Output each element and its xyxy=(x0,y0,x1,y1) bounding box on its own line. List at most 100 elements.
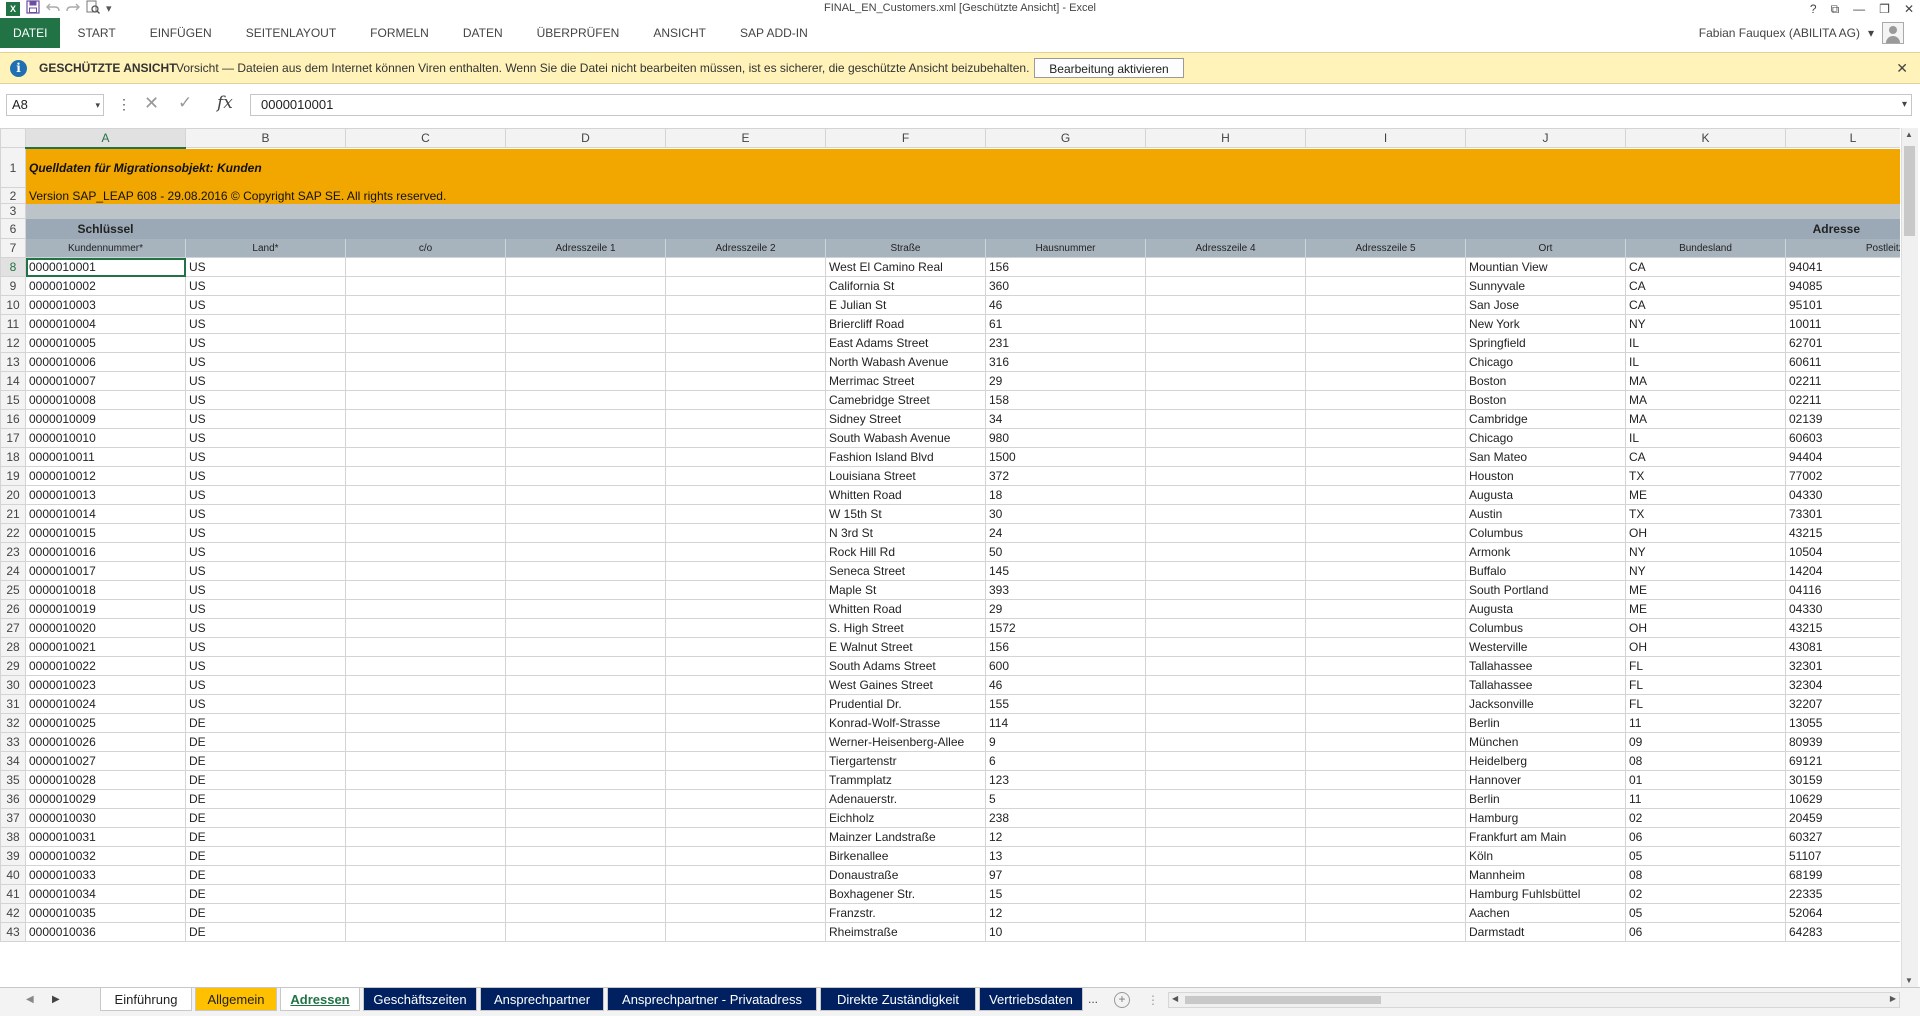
cell-adresszeile-4[interactable] xyxy=(1145,466,1306,486)
cell-kundennummer[interactable]: 0000010030 xyxy=(25,808,186,828)
row-header[interactable]: 12 xyxy=(0,333,26,353)
cell-kundennummer[interactable]: 0000010026 xyxy=(25,732,186,752)
cell-adresszeile-4[interactable] xyxy=(1145,770,1306,790)
tab-vertriebsdaten[interactable]: Vertriebsdaten xyxy=(979,988,1083,1011)
cell-postleitzahl[interactable]: 52064 xyxy=(1785,903,1900,923)
cell-adresszeile-5[interactable] xyxy=(1305,599,1466,619)
cell-land[interactable]: DE xyxy=(185,751,346,771)
cell-kundennummer[interactable]: 0000010018 xyxy=(25,580,186,600)
cell-kundennummer[interactable]: 0000010024 xyxy=(25,694,186,714)
cell-adresszeile-1[interactable] xyxy=(505,789,666,809)
cell-adresszeile-4[interactable] xyxy=(1145,409,1306,429)
cell-bundesland[interactable]: 08 xyxy=(1625,751,1786,771)
cell-co[interactable] xyxy=(345,333,506,353)
cell-bundesland[interactable]: 02 xyxy=(1625,808,1786,828)
next-sheet-icon[interactable]: ▶ xyxy=(52,994,60,1005)
cell-hausnummer[interactable]: 600 xyxy=(985,656,1146,676)
column-header[interactable]: C xyxy=(345,128,506,148)
cell-adresszeile-2[interactable] xyxy=(665,580,826,600)
cell-hausnummer[interactable]: 393 xyxy=(985,580,1146,600)
cell-bundesland[interactable]: CA xyxy=(1625,276,1786,296)
cell-adresszeile-1[interactable] xyxy=(505,618,666,638)
cell-ort[interactable]: Boston xyxy=(1465,371,1626,391)
cell-adresszeile-1[interactable] xyxy=(505,485,666,505)
cell-adresszeile-4[interactable] xyxy=(1145,295,1306,315)
cell-land[interactable]: US xyxy=(185,694,346,714)
cell-adresszeile-4[interactable] xyxy=(1145,580,1306,600)
field-header[interactable]: Hausnummer xyxy=(985,238,1146,258)
cell-postleitzahl[interactable]: 22335 xyxy=(1785,884,1900,904)
cell-postleitzahl[interactable]: 04330 xyxy=(1785,599,1900,619)
cell-strasse[interactable]: West El Camino Real xyxy=(825,257,986,277)
cell-hausnummer[interactable]: 6 xyxy=(985,751,1146,771)
cell-strasse[interactable]: W 15th St xyxy=(825,504,986,524)
tab-ansprechpartner-privatadress[interactable]: Ansprechpartner - Privatadress xyxy=(607,988,817,1011)
cell-strasse[interactable]: Adenauerstr. xyxy=(825,789,986,809)
cell-adresszeile-1[interactable] xyxy=(505,865,666,885)
field-header[interactable]: Adresszeile 2 xyxy=(665,238,826,258)
cell-bundesland[interactable]: 08 xyxy=(1625,865,1786,885)
cell-postleitzahl[interactable]: 32301 xyxy=(1785,656,1900,676)
cell-adresszeile-5[interactable] xyxy=(1305,808,1466,828)
cell-strasse[interactable]: Merrimac Street xyxy=(825,371,986,391)
row-header[interactable]: 28 xyxy=(0,637,26,657)
cell-adresszeile-1[interactable] xyxy=(505,428,666,448)
cell-co[interactable] xyxy=(345,884,506,904)
column-header[interactable]: I xyxy=(1305,128,1466,148)
cell-land[interactable]: US xyxy=(185,485,346,505)
cell-adresszeile-2[interactable] xyxy=(665,314,826,334)
cell-adresszeile-5[interactable] xyxy=(1305,675,1466,695)
cell-ort[interactable]: Berlin xyxy=(1465,789,1626,809)
cell-strasse[interactable]: Mainzer Landstraße xyxy=(825,827,986,847)
cell-adresszeile-5[interactable] xyxy=(1305,561,1466,581)
cell-adresszeile-4[interactable] xyxy=(1145,656,1306,676)
splitter-handle-icon[interactable]: ⋮ xyxy=(1147,993,1159,1007)
cell-postleitzahl[interactable]: 14204 xyxy=(1785,561,1900,581)
vertical-scrollbar[interactable]: ▲ ▼ xyxy=(1901,128,1918,987)
cell-hausnummer[interactable]: 9 xyxy=(985,732,1146,752)
cell-bundesland[interactable]: 09 xyxy=(1625,732,1786,752)
tab-seitenlayout[interactable]: SEITENLAYOUT xyxy=(229,18,353,48)
cell-kundennummer[interactable]: 0000010016 xyxy=(25,542,186,562)
cell-kundennummer[interactable]: 0000010007 xyxy=(25,371,186,391)
cell-ort[interactable]: Darmstadt xyxy=(1465,922,1626,942)
cell-bundesland[interactable]: ME xyxy=(1625,599,1786,619)
cell-adresszeile-5[interactable] xyxy=(1305,580,1466,600)
cell-co[interactable] xyxy=(345,865,506,885)
chevron-down-icon[interactable]: ▾ xyxy=(95,95,100,115)
cell-strasse[interactable]: Konrad-Wolf-Strasse xyxy=(825,713,986,733)
cell-kundennummer[interactable]: 0000010027 xyxy=(25,751,186,771)
cell-ort[interactable]: Jacksonville xyxy=(1465,694,1626,714)
cell-kundennummer[interactable]: 0000010011 xyxy=(25,447,186,467)
row-header[interactable]: 23 xyxy=(0,542,26,562)
cell-bundesland[interactable]: OH xyxy=(1625,618,1786,638)
cell-hausnummer[interactable]: 156 xyxy=(985,257,1146,277)
cell-land[interactable]: DE xyxy=(185,713,346,733)
cell-kundennummer[interactable]: 0000010012 xyxy=(25,466,186,486)
cell-co[interactable] xyxy=(345,276,506,296)
cell-adresszeile-1[interactable] xyxy=(505,390,666,410)
cell-adresszeile-2[interactable] xyxy=(665,390,826,410)
cell-adresszeile-2[interactable] xyxy=(665,257,826,277)
cell-strasse[interactable]: Sidney Street xyxy=(825,409,986,429)
cell-hausnummer[interactable]: 360 xyxy=(985,276,1146,296)
cell-hausnummer[interactable]: 97 xyxy=(985,865,1146,885)
cell-land[interactable]: DE xyxy=(185,922,346,942)
cell-adresszeile-1[interactable] xyxy=(505,409,666,429)
cell-hausnummer[interactable]: 12 xyxy=(985,903,1146,923)
cell-ort[interactable]: San Jose xyxy=(1465,295,1626,315)
row-header[interactable]: 17 xyxy=(0,428,26,448)
cell-kundennummer[interactable]: 0000010033 xyxy=(25,865,186,885)
cell-land[interactable]: US xyxy=(185,599,346,619)
cell-strasse[interactable]: Tiergartenstr xyxy=(825,751,986,771)
tab-sap-add-in[interactable]: SAP ADD-IN xyxy=(723,18,825,48)
more-sheets-button[interactable]: ... xyxy=(1088,992,1098,1006)
horizontal-scrollbar[interactable]: ◀ ▶ xyxy=(1168,992,1900,1008)
cell-adresszeile-1[interactable] xyxy=(505,694,666,714)
row-header[interactable]: 18 xyxy=(0,447,26,467)
cell-kundennummer[interactable]: 0000010013 xyxy=(25,485,186,505)
cell-strasse[interactable]: Whitten Road xyxy=(825,599,986,619)
cell-kundennummer[interactable]: 0000010021 xyxy=(25,637,186,657)
cell-adresszeile-4[interactable] xyxy=(1145,599,1306,619)
cell-co[interactable] xyxy=(345,295,506,315)
